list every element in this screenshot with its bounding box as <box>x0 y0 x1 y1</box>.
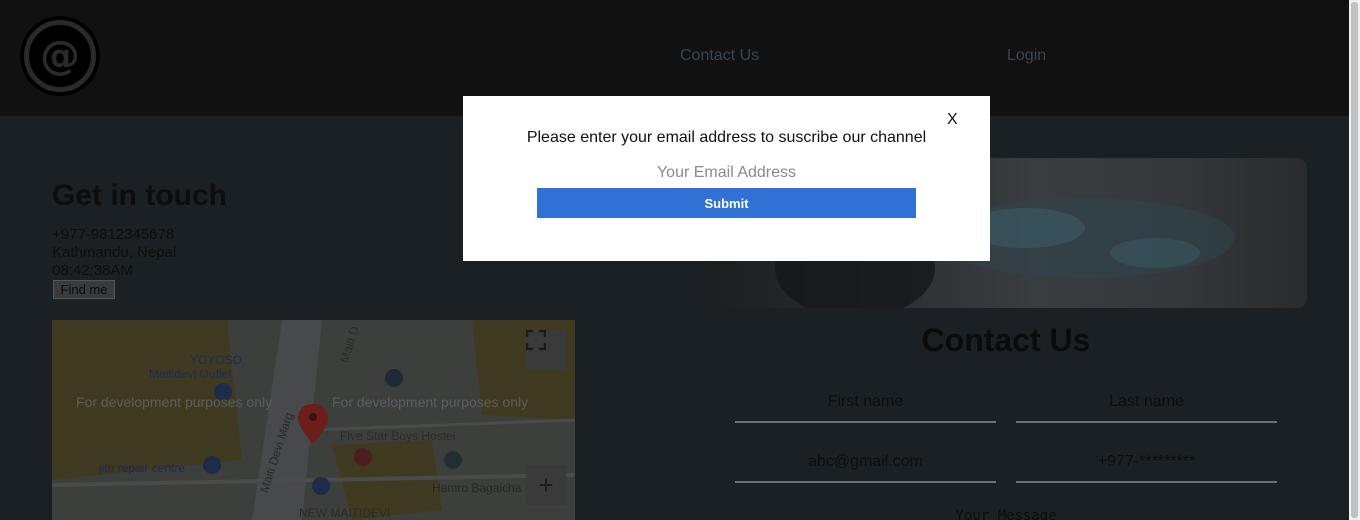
map-label-hamro-bagaicha: Hamro Bagaicha <box>432 481 522 495</box>
plus-icon: + <box>538 469 554 500</box>
page-scrollbar[interactable] <box>1349 0 1360 520</box>
contact-us-title: Contact Us <box>921 322 1091 358</box>
get-in-touch-heading: Get in touch <box>52 179 227 212</box>
poi-marker-icon[interactable] <box>444 451 462 469</box>
last-name-field[interactable]: Last name <box>1016 383 1277 423</box>
map-label-yoyoso: YOYOSO, <box>190 353 246 367</box>
find-me-button[interactable]: Find me <box>53 280 115 299</box>
city-location: Kathmandu, Nepal <box>52 244 177 261</box>
submit-button[interactable]: Submit <box>537 188 916 218</box>
fullscreen-button[interactable] <box>526 330 566 370</box>
at-sign-logo-icon[interactable]: @ <box>20 16 100 96</box>
email-field[interactable]: abc@gmail.com <box>735 443 996 483</box>
nav-login[interactable]: Login <box>1007 47 1046 65</box>
subscribe-email-input[interactable] <box>537 162 916 184</box>
map-dev-watermark: For development purposes only <box>76 394 273 410</box>
phone-field[interactable]: +977-********* <box>1016 443 1277 483</box>
map-pin-dot <box>309 413 317 421</box>
current-time: 08:42:38AM <box>52 262 133 279</box>
first-name-field[interactable]: First name <box>735 383 996 423</box>
google-map[interactable]: YOYOSO, Maitidevi Outlet jitu repair cen… <box>52 320 575 520</box>
poi-marker-icon[interactable] <box>354 448 372 466</box>
scrollbar-thumb[interactable] <box>1351 2 1358 518</box>
map-label-five-star: Five Star Boys Hostel <box>340 429 456 443</box>
nav-contact-us[interactable]: Contact Us <box>680 47 759 65</box>
poi-marker-icon[interactable] <box>203 456 221 474</box>
phone-number: +977-9812345678 <box>52 226 175 243</box>
close-modal-button[interactable]: X <box>947 111 958 129</box>
map-label-maitidevi-outlet: Maitidevi Outlet <box>149 367 232 381</box>
poi-marker-icon[interactable] <box>385 369 403 387</box>
fullscreen-icon <box>526 330 546 350</box>
subscribe-prompt: Please enter your email address to suscr… <box>526 129 927 146</box>
map-label-new-maitidevi: NEW MAITIDEVI <box>299 506 391 520</box>
map-label-jitu-repair: jitu repair centre <box>99 461 186 475</box>
zoom-in-button[interactable]: + <box>526 465 566 505</box>
message-field[interactable]: Your Message <box>735 508 1277 520</box>
map-dev-watermark: For development purposes only <box>332 394 529 410</box>
poi-marker-icon[interactable] <box>312 477 330 495</box>
logo-glyph: @ <box>40 33 80 79</box>
